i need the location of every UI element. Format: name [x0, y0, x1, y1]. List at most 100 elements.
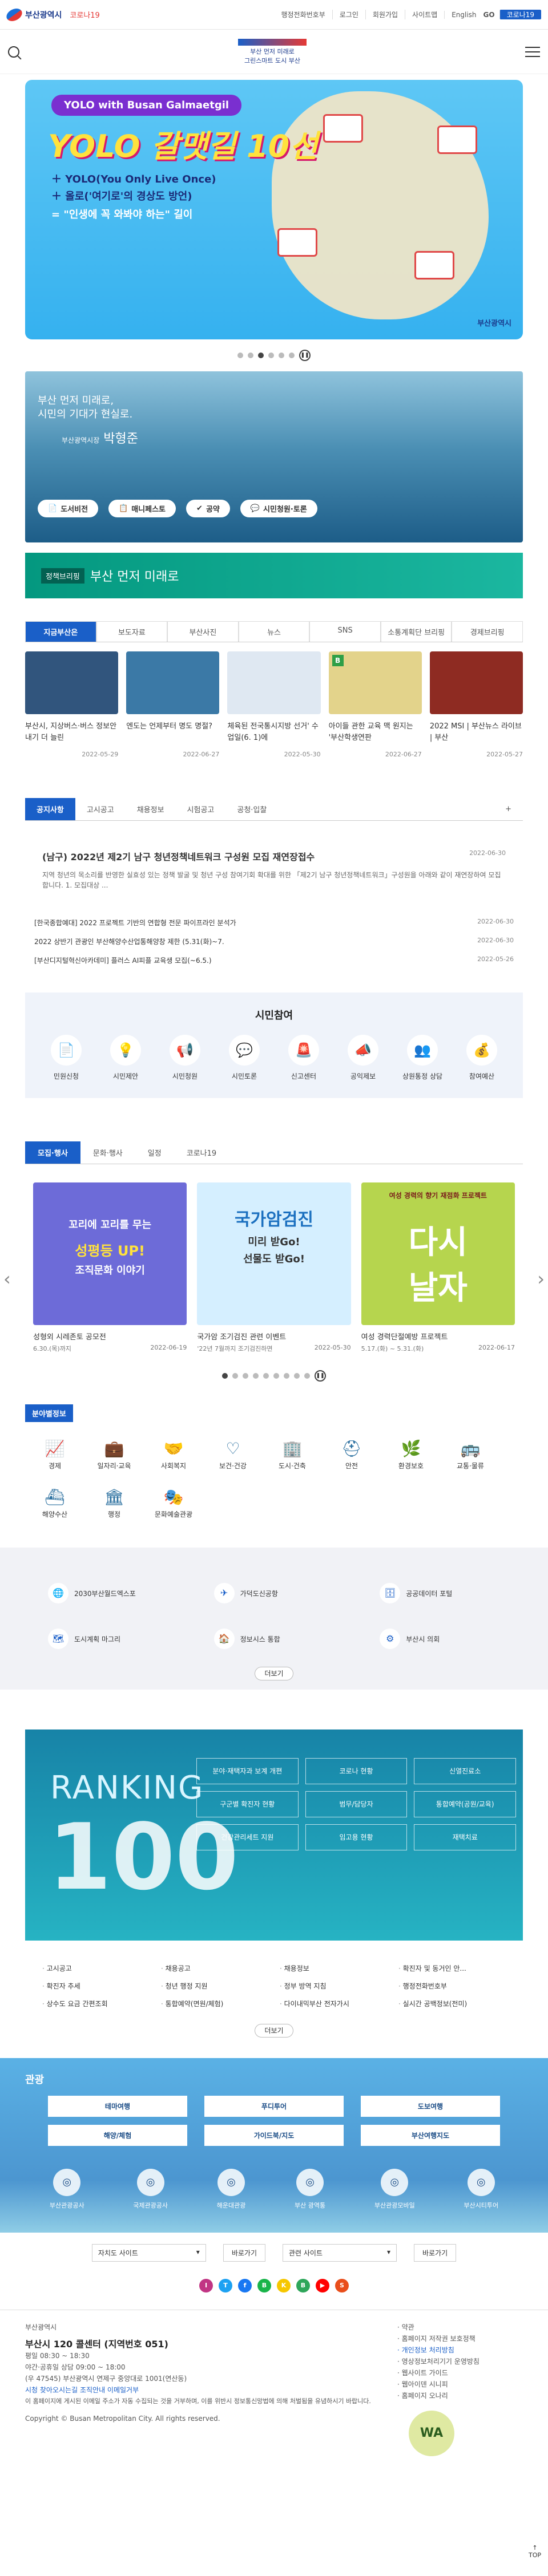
site-link[interactable]: 확진자 및 동거인 안...: [398, 1963, 506, 1973]
slide-dot[interactable]: [273, 1373, 279, 1379]
kakao-icon[interactable]: K: [277, 2279, 291, 2293]
promo-card[interactable]: 꼬리에 꼬리를 무는 성평등 UP! 조직문화 이야기 성형외 시레존토 공모전…: [33, 1182, 187, 1353]
tab-sns[interactable]: SNS: [309, 621, 381, 642]
prev-arrow-icon[interactable]: ‹: [3, 1268, 11, 1290]
site-link[interactable]: 고시공고: [42, 1963, 150, 1973]
language-select[interactable]: English: [444, 10, 483, 19]
local-site-select[interactable]: 자치도 사이트 ▾: [91, 2244, 206, 2262]
ranking-link[interactable]: 코로나 현황: [305, 1758, 408, 1784]
site-logo[interactable]: 부산광역시: [4, 8, 62, 21]
quick-link[interactable]: 🌐 2030부산월드엑스포: [25, 1570, 191, 1616]
tab-recruit[interactable]: 채용정보: [126, 798, 176, 820]
tour-icon-item[interactable]: ◎ 부산시티투어: [464, 2169, 498, 2210]
civic-item[interactable]: 📣 공익제보: [340, 1035, 386, 1081]
corona-link[interactable]: 코로나19: [70, 9, 99, 20]
mayor-button-manifesto[interactable]: 📋 매니페스토: [108, 500, 176, 517]
news-card[interactable]: 2022 MSI | 부산뉴스 라이브 | 부산 2022-05-27: [429, 651, 523, 758]
top-button[interactable]: ↑ TOP: [529, 2544, 541, 2559]
field-item[interactable]: 🚌 교통·물류: [441, 1439, 500, 1471]
promo-card[interactable]: 여성 경력의 향기 재점화 프로젝트 다시 날자 여성 경력단절예방 프로젝트 …: [361, 1182, 515, 1353]
slide-dot[interactable]: [268, 353, 274, 358]
slide-dot[interactable]: [232, 1373, 238, 1379]
tour-link[interactable]: 부산여행지도: [361, 2125, 500, 2146]
tour-link[interactable]: 가이드북/지도: [204, 2125, 344, 2146]
ranking-link[interactable]: 분야·재택자과 보계 개편: [196, 1758, 299, 1784]
footer-links[interactable]: 시청 찾아오시는길 조직안내 이메일거부: [25, 2384, 371, 2396]
field-item[interactable]: 💼 일자리·교육: [84, 1439, 144, 1471]
slide-dot-active[interactable]: [258, 353, 264, 358]
slide-dot-active[interactable]: [222, 1373, 228, 1379]
tab-exam[interactable]: 시험공고: [176, 798, 226, 820]
more-button[interactable]: 더보기: [255, 1667, 293, 1680]
site-link[interactable]: 정부 방역 지침: [280, 1981, 387, 1991]
slide-dot[interactable]: [289, 353, 295, 358]
civic-item[interactable]: 💰 참여예산: [459, 1035, 505, 1081]
notice-item[interactable]: 2022 상반기 관광인 부산해양수산업통해양창 제한 (5.31(화)~7. 2…: [34, 932, 514, 951]
footer-policy-link[interactable]: 영상정보처리기기 운영방침: [397, 2356, 523, 2367]
ranking-link[interactable]: 범무/담당자: [305, 1791, 408, 1817]
civic-item[interactable]: 🚨 신고센터: [281, 1035, 327, 1081]
field-item[interactable]: 🌿 환경보호: [381, 1439, 441, 1471]
menu-icon[interactable]: [525, 46, 540, 57]
corona-button[interactable]: 코로나19: [499, 10, 541, 19]
slide-dot[interactable]: [237, 353, 243, 358]
util-phonebook[interactable]: 행정전화번호부: [274, 10, 332, 19]
footer-policy-link[interactable]: 웹사이트 가이드: [397, 2367, 523, 2379]
tab-covid[interactable]: 코로나19: [174, 1141, 229, 1164]
field-item[interactable]: ♡ 보건·건강: [203, 1439, 263, 1471]
mayor-button-pledge[interactable]: ✔ 공약: [186, 500, 230, 517]
ranking-link[interactable]: 구군별 확진자 현황: [196, 1791, 299, 1817]
slide-dot[interactable]: [243, 1373, 248, 1379]
band-icon[interactable]: B: [296, 2279, 310, 2293]
blog-icon[interactable]: B: [257, 2279, 271, 2293]
slide-dot[interactable]: [284, 1373, 289, 1379]
site-link[interactable]: 실시간 공백정보(전미): [398, 1999, 506, 2008]
site-link[interactable]: 채용정보: [280, 1963, 387, 1973]
field-item[interactable]: 🏛 행정: [84, 1488, 144, 1519]
civic-item[interactable]: 💬 시민토론: [221, 1035, 267, 1081]
civic-item[interactable]: 💡 시민제안: [103, 1035, 148, 1081]
tour-icon-item[interactable]: ◎ 부산관광공사: [50, 2169, 84, 2210]
slide-dot[interactable]: [248, 353, 253, 358]
tab-notice[interactable]: 공지사항: [25, 798, 75, 820]
util-sitemap[interactable]: 사이트맵: [405, 10, 444, 19]
slide-dot[interactable]: [253, 1373, 259, 1379]
quick-link[interactable]: 🏠 정보시스 통합: [191, 1616, 357, 1662]
footer-policy-link[interactable]: 개인정보 처리방침: [397, 2344, 523, 2356]
quick-link[interactable]: ✈ 가덕도신공항: [191, 1570, 357, 1616]
tour-icon-item[interactable]: ◎ 부산관광모바일: [374, 2169, 415, 2210]
ranking-link[interactable]: 통합예약(공원/교육): [414, 1791, 516, 1817]
tab-culture[interactable]: 문화·행사: [80, 1141, 135, 1164]
ranking-link[interactable]: 재택치료: [414, 1824, 516, 1850]
news-card[interactable]: 부산시, 지상버스·버스 정보안내기 더 늘린 2022-05-29: [25, 651, 119, 758]
quick-link[interactable]: 🗺 도시계획 마그리: [25, 1616, 191, 1662]
tab-recruit-events[interactable]: 모집·행사: [25, 1141, 80, 1164]
notice-item[interactable]: [부산디지털혁신아카데미] 플러스 AI피플 교육생 모집(~6.5.) 2022…: [34, 951, 514, 970]
footer-policy-link[interactable]: 홈페이지 오나리: [397, 2390, 523, 2401]
news-card[interactable]: 엔도는 언제부터 명도 명절? 2022-06-27: [126, 651, 220, 758]
ranking-link[interactable]: 임고용 현황: [305, 1824, 408, 1850]
footer-policy-link[interactable]: 웹아이덴 시니피: [397, 2379, 523, 2390]
twitter-icon[interactable]: T: [219, 2279, 232, 2293]
tour-link[interactable]: 해양/체험: [48, 2125, 187, 2146]
footer-policy-link[interactable]: 약관: [397, 2322, 523, 2333]
news-card[interactable]: B 아이들 관한 교육 맥 원지는 '부산학생연판 2022-06-27: [328, 651, 422, 758]
civic-item[interactable]: 📢 시민청원: [162, 1035, 208, 1081]
tour-link[interactable]: 푸디투어: [204, 2096, 344, 2117]
slogan-logo[interactable]: 부산 먼저 미래로 그린스마트 도시 부산: [238, 38, 307, 65]
tab-economy[interactable]: 경제브리핑: [452, 621, 523, 642]
go-button[interactable]: 바로가기: [223, 2244, 265, 2262]
ranking-link[interactable]: 신열진료소: [414, 1758, 516, 1784]
site-link[interactable]: 청년 행정 지원: [161, 1981, 268, 1991]
field-item[interactable]: ⛑ 안전: [322, 1439, 381, 1471]
tab-photo[interactable]: 부산사진: [167, 621, 239, 642]
field-item[interactable]: 🏢 도시·건축: [263, 1439, 322, 1471]
tour-icon-item[interactable]: ◎ 해운대관광: [217, 2169, 245, 2210]
mayor-button-petition[interactable]: 💬 시민청원·토론: [240, 500, 317, 517]
policy-briefing-banner[interactable]: 정책브리핑 부산 먼저 미래로: [25, 553, 523, 598]
tab-schedule[interactable]: 일정: [135, 1141, 174, 1164]
site-link[interactable]: 행정전화번호부: [398, 1981, 506, 1991]
quick-link[interactable]: 🗄 공공데이터 포털: [357, 1570, 523, 1616]
tab-now-busan[interactable]: 지금부산은: [25, 621, 96, 642]
pause-icon[interactable]: ❚❚: [299, 350, 311, 361]
